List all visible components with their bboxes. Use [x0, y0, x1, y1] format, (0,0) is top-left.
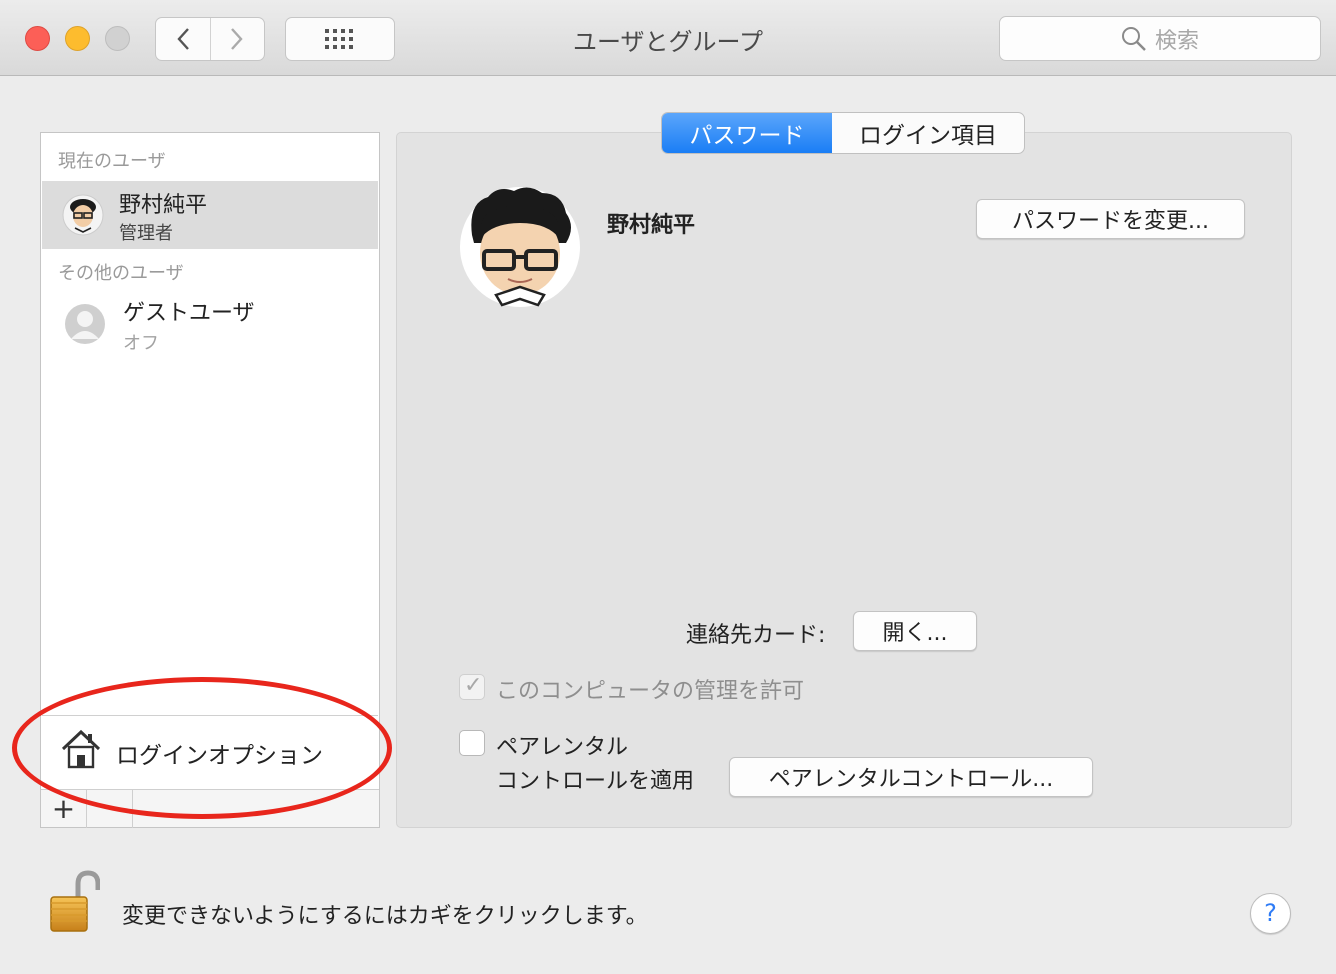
- change-password-button[interactable]: パスワードを変更...: [976, 199, 1245, 239]
- close-window-button[interactable]: [25, 26, 50, 51]
- lock-instruction-text: 変更できないようにするにはカギをクリックします。: [122, 904, 648, 929]
- show-all-button[interactable]: [285, 17, 395, 61]
- forward-button[interactable]: [209, 18, 265, 60]
- padlock-open-icon[interactable]: [48, 870, 100, 934]
- search-field[interactable]: 検索: [999, 16, 1321, 61]
- chevron-right-icon: [231, 28, 243, 50]
- selected-user-name: 野村純平: [607, 213, 696, 238]
- open-contact-button[interactable]: 開く...: [853, 611, 977, 651]
- window-title: ユーザとグループ: [572, 28, 764, 56]
- parental-checkbox-label-2: コントロールを適用: [496, 769, 695, 794]
- guest-user-icon: [65, 304, 105, 344]
- zoom-window-button[interactable]: [105, 26, 130, 51]
- chevron-left-icon: [177, 28, 189, 50]
- nav-buttons: [155, 17, 265, 61]
- tab-login-items[interactable]: ログイン項目: [832, 113, 1024, 153]
- current-user-name: 野村純平: [119, 193, 208, 218]
- user-avatar-icon: [62, 194, 104, 236]
- search-icon: [1121, 26, 1146, 51]
- grid-icon: [325, 29, 353, 49]
- annotation-ellipse: [12, 677, 392, 819]
- minimize-window-button[interactable]: [65, 26, 90, 51]
- current-user-role: 管理者: [119, 223, 173, 244]
- back-button[interactable]: [156, 18, 210, 60]
- search-placeholder: 検索: [1154, 28, 1199, 54]
- tab-password[interactable]: パスワード: [662, 113, 832, 153]
- help-button[interactable]: ?: [1250, 893, 1291, 934]
- parental-checkbox-label-1: ペアレンタル: [496, 735, 629, 760]
- user-row-current[interactable]: 野村純平 管理者: [42, 181, 378, 249]
- large-avatar-icon[interactable]: [458, 183, 582, 309]
- guest-user-name: ゲストユーザ: [123, 301, 255, 326]
- checkmark-icon: ✓: [464, 673, 483, 698]
- current-users-header: 現在のユーザ: [58, 151, 166, 172]
- admin-checkbox-label: このコンピュータの管理を許可: [496, 679, 805, 704]
- user-row-guest[interactable]: ゲストユーザ オフ: [42, 291, 378, 359]
- contact-card-label: 連絡先カード:: [686, 623, 826, 648]
- parental-control-checkbox[interactable]: [459, 730, 485, 756]
- tab-bar: パスワード ログイン項目: [661, 112, 1025, 154]
- other-users-header: その他のユーザ: [58, 263, 184, 284]
- title-bar: ユーザとグループ 検索: [0, 0, 1336, 76]
- parental-controls-button[interactable]: ペアレンタルコントロール...: [729, 757, 1093, 797]
- admin-checkbox[interactable]: ✓: [459, 673, 485, 700]
- guest-user-status: オフ: [123, 333, 159, 354]
